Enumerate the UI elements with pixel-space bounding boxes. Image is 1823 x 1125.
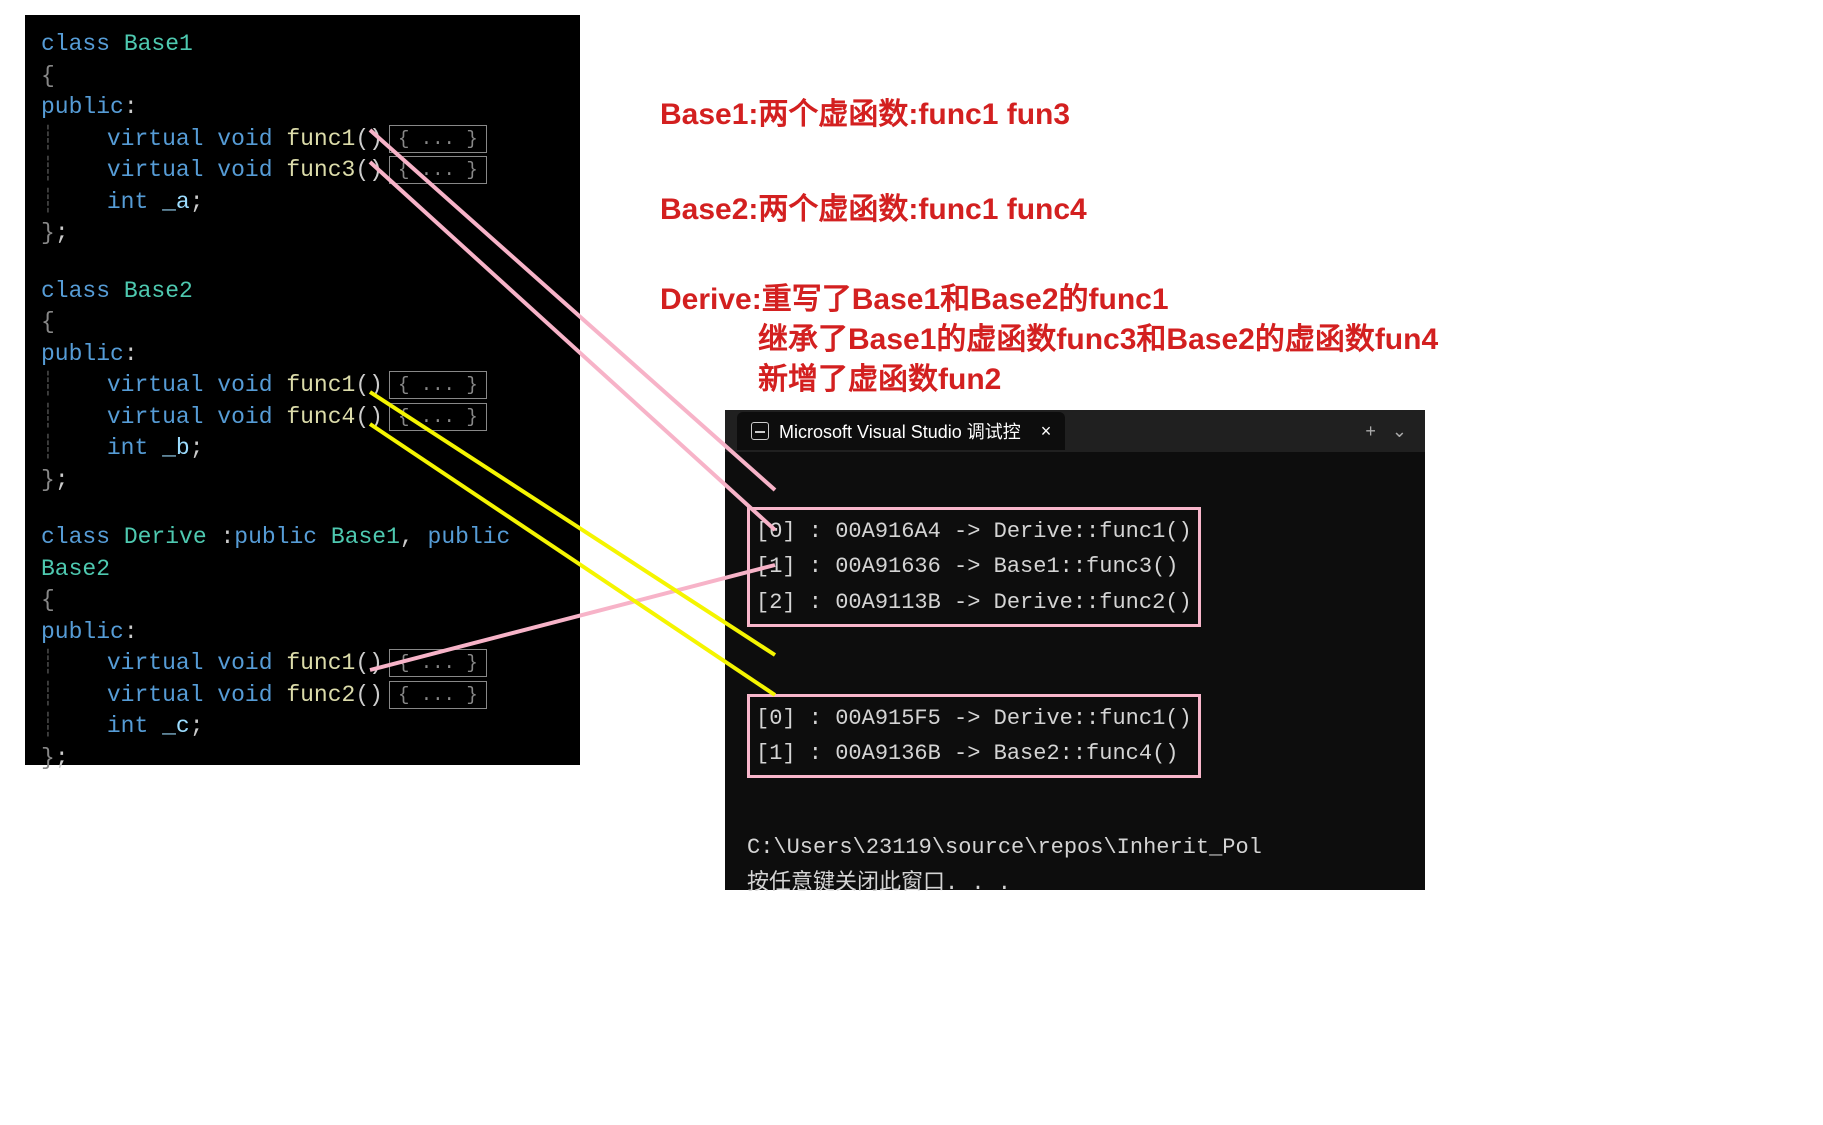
code-line: public:: [41, 617, 564, 649]
code-line: class Base2: [41, 276, 564, 308]
code-line: ┊int _c;: [41, 711, 564, 743]
code-line: class Base1: [41, 29, 564, 61]
vtable1-row-1: [1] : 00A91636 -> Base1::func3(): [756, 554, 1178, 579]
code-line: ┊virtual void func2(){ ... }: [41, 680, 564, 712]
tab-menu-icon[interactable]: ⌄: [1392, 421, 1407, 442]
code-line: };: [41, 218, 564, 250]
close-tab-icon[interactable]: ×: [1041, 421, 1052, 442]
code-line: {: [41, 61, 564, 93]
code-line: ┊virtual void func1(){ ... }: [41, 370, 564, 402]
annotation-derive-1: Derive:重写了Base1和Base2的func1: [660, 280, 1169, 319]
vtable1-row-0: [0] : 00A916A4 -> Derive::func1(): [756, 519, 1192, 544]
code-line: ┊int _b;: [41, 433, 564, 465]
vtable-2-box: [0] : 00A915F5 -> Derive::func1() [1] : …: [747, 694, 1201, 778]
code-line: {: [41, 307, 564, 339]
code-line: public:: [41, 339, 564, 371]
new-tab-icon[interactable]: +: [1365, 421, 1376, 442]
code-editor-panel: class Base1 { public: ┊virtual void func…: [25, 15, 580, 765]
console-body: [0] : 00A916A4 -> Derive::func1() [1] : …: [725, 452, 1425, 991]
vtable1-row-2: [2] : 00A9113B -> Derive::func2(): [756, 590, 1192, 615]
code-line: };: [41, 743, 564, 775]
annotation-base1: Base1:两个虚函数:func1 fun3: [660, 95, 1070, 134]
code-line: ┊virtual void func1(){ ... }: [41, 648, 564, 680]
vtable-1-box: [0] : 00A916A4 -> Derive::func1() [1] : …: [747, 507, 1201, 627]
console-tab[interactable]: Microsoft Visual Studio 调试控 ×: [737, 412, 1065, 450]
console-footer: C:\Users\23119\source\repos\Inherit_Pol …: [747, 830, 1403, 900]
code-line: ┊int _a;: [41, 187, 564, 219]
console-window: Microsoft Visual Studio 调试控 × + ⌄ [0] : …: [725, 410, 1425, 890]
code-line: public:: [41, 92, 564, 124]
code-line: ┊virtual void func4(){ ... }: [41, 402, 564, 434]
code-line: ┊virtual void func1(){ ... }: [41, 124, 564, 156]
terminal-icon: [751, 422, 769, 440]
code-line: {: [41, 585, 564, 617]
code-line: ┊virtual void func3(){ ... }: [41, 155, 564, 187]
console-titlebar: Microsoft Visual Studio 调试控 × + ⌄: [725, 410, 1425, 452]
vtable2-row-1: [1] : 00A9136B -> Base2::func4(): [756, 741, 1178, 766]
console-title: Microsoft Visual Studio 调试控: [779, 418, 1021, 444]
code-line: class Derive :public Base1, public Base2: [41, 522, 564, 585]
vtable2-row-0: [0] : 00A915F5 -> Derive::func1(): [756, 706, 1192, 731]
code-line: };: [41, 465, 564, 497]
annotation-base2: Base2:两个虚函数:func1 func4: [660, 190, 1087, 229]
annotation-derive-2: 继承了Base1的虚函数func3和Base2的虚函数fun4: [758, 320, 1438, 359]
annotation-derive-3: 新增了虚函数fun2: [758, 360, 1001, 399]
